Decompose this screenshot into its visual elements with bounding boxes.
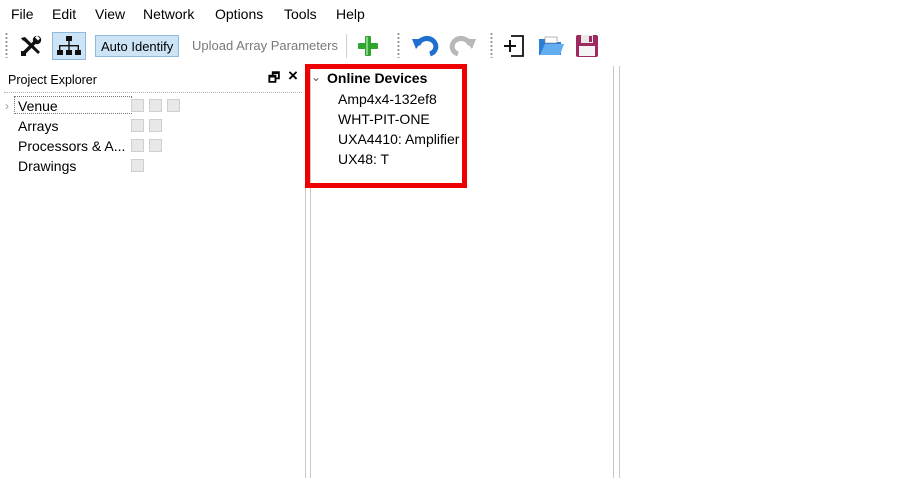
save-disk-icon[interactable] bbox=[572, 32, 602, 60]
toolbar: Auto Identify Upload Array Parameters bbox=[0, 28, 899, 64]
menu-bar: File Edit View Network Options Tools Hel… bbox=[0, 0, 899, 28]
green-plus-icon[interactable] bbox=[353, 33, 383, 59]
tree-item-drawings[interactable]: Drawings bbox=[0, 156, 300, 176]
add-icon[interactable] bbox=[131, 119, 144, 132]
tree-item-arrays[interactable]: Arrays bbox=[0, 116, 300, 136]
menu-file[interactable]: File bbox=[11, 6, 34, 22]
project-explorer-pane: Project Explorer 🗗 × › Venue Arrays Proc… bbox=[0, 66, 306, 478]
menu-network[interactable]: Network bbox=[143, 6, 194, 22]
highlight-box bbox=[305, 64, 467, 188]
menu-options[interactable]: Options bbox=[215, 6, 263, 22]
add-icon[interactable] bbox=[131, 99, 144, 112]
project-explorer-header: Project Explorer 🗗 × bbox=[4, 66, 302, 93]
chevron-right-icon[interactable]: › bbox=[5, 99, 9, 113]
toolbar-grip[interactable] bbox=[397, 32, 400, 58]
close-pane-button[interactable]: × bbox=[288, 67, 298, 84]
wrench-screwdriver-icon[interactable] bbox=[15, 32, 47, 60]
tree-item-venue[interactable]: › Venue bbox=[0, 96, 300, 116]
auto-identify-button[interactable]: Auto Identify bbox=[95, 35, 180, 57]
project-explorer-title: Project Explorer bbox=[8, 73, 97, 87]
tree-item-label: Drawings bbox=[18, 158, 77, 174]
toolbar-grip[interactable] bbox=[490, 32, 493, 58]
menu-tools[interactable]: Tools bbox=[284, 6, 317, 22]
redo-icon[interactable] bbox=[446, 33, 478, 59]
menu-help[interactable]: Help bbox=[336, 6, 365, 22]
tree-item-label: Arrays bbox=[18, 118, 59, 134]
float-pane-button[interactable]: 🗗 bbox=[268, 70, 280, 86]
toolbar-grip[interactable] bbox=[5, 32, 8, 58]
menu-edit[interactable]: Edit bbox=[52, 6, 76, 22]
tree-item-label: Venue bbox=[18, 98, 58, 114]
new-document-icon[interactable] bbox=[500, 32, 530, 60]
undo-icon[interactable] bbox=[410, 33, 442, 59]
edit-icon[interactable] bbox=[149, 119, 162, 132]
details-pane bbox=[619, 66, 899, 478]
upload-array-parameters-button[interactable]: Upload Array Parameters bbox=[187, 35, 343, 57]
edit-icon[interactable] bbox=[149, 139, 162, 152]
save-icon[interactable] bbox=[167, 99, 180, 112]
edit-icon[interactable] bbox=[149, 99, 162, 112]
toolbar-separator bbox=[346, 34, 347, 58]
menu-view[interactable]: View bbox=[95, 6, 125, 22]
network-tree-icon[interactable] bbox=[52, 32, 86, 60]
add-icon[interactable] bbox=[131, 159, 144, 172]
add-icon[interactable] bbox=[131, 139, 144, 152]
tree-item-label: Processors & A... bbox=[18, 138, 126, 154]
tree-item-processors[interactable]: Processors & A... bbox=[0, 136, 300, 156]
open-folder-icon[interactable] bbox=[535, 32, 567, 60]
